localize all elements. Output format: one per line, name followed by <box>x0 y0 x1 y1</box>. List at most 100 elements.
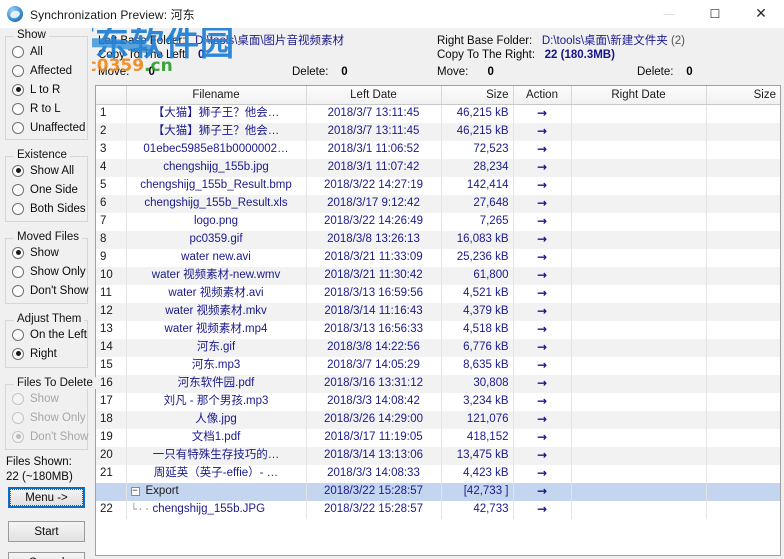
row-right-date <box>571 302 707 321</box>
table-row[interactable]: 7 logo.png 2018/3/22 14:26:49 7,265 → <box>96 212 780 231</box>
tree-collapse-icon[interactable]: − <box>130 487 140 496</box>
radio-moved-show[interactable]: Show <box>6 243 87 262</box>
row-action-cell[interactable]: → <box>513 158 572 177</box>
row-action-cell[interactable]: → <box>513 482 572 501</box>
row-action-cell[interactable]: → <box>513 446 572 465</box>
table-row[interactable]: 10 water 视频素材-new.wmv 2018/3/21 11:30:42 61… <box>96 266 780 285</box>
table-row[interactable]: 21 周延英（英子-effie）- … 2018/3/3 14:08:33 4,423… <box>96 464 780 483</box>
row-action-cell[interactable]: → <box>513 374 572 393</box>
table-row[interactable]: 8 pc0359.gif 2018/3/8 13:26:13 16,083 kB → <box>96 230 780 249</box>
radio-existence-one-side[interactable]: One Side <box>6 180 87 199</box>
row-filename-cell: 河东.mp3 <box>126 356 307 375</box>
menu-button[interactable]: Menu -> <box>8 487 85 508</box>
radio-moved-dont-show[interactable]: Don't Show <box>6 281 88 300</box>
table-row[interactable]: 22 └·· chengshijg_155b.JPG 2018/3/22 15:28:… <box>96 500 780 519</box>
column-header-left-size[interactable]: Size <box>441 86 514 105</box>
table-row[interactable]: 13 water 视频素材.mp4 2018/3/13 16:56:33 4,518 … <box>96 320 780 339</box>
row-filename: chengshijg_155b.JPG <box>152 503 266 515</box>
minimize-button[interactable]: — <box>646 0 692 28</box>
column-header-right-size[interactable]: Size <box>706 86 780 105</box>
table-row[interactable]: 11 water 视频素材.avi 2018/3/13 16:59:56 4,521 … <box>96 284 780 303</box>
arrow-right-icon: → <box>536 375 548 390</box>
file-list-table-container[interactable]: Filename Left Date Size Action Right Dat… <box>95 85 781 556</box>
maximize-button[interactable]: ☐ <box>692 0 738 28</box>
table-row[interactable]: 3 01ebec5985e81b0000002… 2018/3/1 11:06:52… <box>96 140 780 159</box>
row-left-size: 25,236 kB <box>441 248 514 267</box>
table-row[interactable]: 20 一只有特殊生存技巧的… 2018/3/14 13:13:06 13,475 kB… <box>96 446 780 465</box>
row-action-cell[interactable]: → <box>513 212 572 231</box>
row-action-cell[interactable]: → <box>513 410 572 429</box>
row-action-cell[interactable]: → <box>513 266 572 285</box>
radio-indicator <box>12 246 24 259</box>
column-header-filename[interactable]: Filename <box>126 86 307 105</box>
close-button[interactable]: ✕ <box>738 0 784 28</box>
arrow-right-icon: → <box>536 213 548 228</box>
radio-moved-show-only[interactable]: Show Only <box>6 262 87 281</box>
row-action-cell[interactable]: → <box>513 464 572 483</box>
radio-existence-both-sides[interactable]: Both Sides <box>6 199 87 218</box>
row-action-cell[interactable]: → <box>513 176 572 195</box>
radio-show-all[interactable]: All <box>6 42 87 61</box>
group-existence: Existence Show All One Side Both Sides <box>5 149 88 222</box>
row-index: 20 <box>96 446 127 465</box>
row-action-cell[interactable]: → <box>513 248 572 267</box>
table-row[interactable]: 18 人像.jpg 2018/3/26 14:29:00 121,076 → <box>96 410 780 429</box>
options-sidebar: Show All Affected L to R R to L Unaffect… <box>0 28 96 559</box>
table-row[interactable]: 16 河东软件园.pdf 2018/3/16 13:31:12 30,808 → <box>96 374 780 393</box>
radio-adjust-on-the-left[interactable]: On the Left <box>6 325 87 344</box>
row-action-cell[interactable]: → <box>513 104 572 123</box>
radio-label: Show Only <box>30 411 86 424</box>
row-filename-cell: water 视频素材.avi <box>126 284 307 303</box>
radio-indicator <box>12 411 24 424</box>
row-action-cell[interactable]: → <box>513 140 572 159</box>
column-header-right-date[interactable]: Right Date <box>571 86 707 105</box>
table-row[interactable]: 6 chengshijg_155b_Result.xls 2018/3/17 9:1… <box>96 194 780 213</box>
column-header-index[interactable] <box>96 86 127 105</box>
table-row[interactable]: 2 【大猫】狮子王？他会… 2018/3/7 13:11:45 46,215 kB → <box>96 122 780 141</box>
table-row[interactable]: 4 chengshijg_155b.jpg 2018/3/1 11:07:42 28,… <box>96 158 780 177</box>
table-row[interactable]: 19 文档1.pdf 2018/3/17 11:19:05 418,152 → <box>96 428 780 447</box>
cancel-button[interactable]: Cancel <box>8 552 85 559</box>
row-action-cell[interactable]: → <box>513 320 572 339</box>
row-filename: 01ebec5985e81b0000002… <box>143 143 289 155</box>
table-row[interactable]: 9 water new.avi 2018/3/21 11:33:09 25,236 k… <box>96 248 780 267</box>
table-row[interactable]: − Export 2018/3/22 15:28:57 [42,733 ] → <box>96 482 780 501</box>
table-row[interactable]: 15 河东.mp3 2018/3/7 14:05:29 8,635 kB → <box>96 356 780 375</box>
row-action-cell[interactable]: → <box>513 392 572 411</box>
arrow-right-icon: → <box>536 159 548 174</box>
row-action-cell[interactable]: → <box>513 356 572 375</box>
row-filename: 一只有特殊生存技巧的… <box>152 449 280 461</box>
table-row[interactable]: 1 【大猫】狮子王？他会… 2018/3/7 13:11:45 46,215 kB → <box>96 104 780 123</box>
table-row[interactable]: 14 河东.gif 2018/3/8 14:22:56 6,776 kB → <box>96 338 780 357</box>
row-action-cell[interactable]: → <box>513 302 572 321</box>
radio-indicator <box>12 83 24 96</box>
row-action-cell[interactable]: → <box>513 284 572 303</box>
arrow-right-icon: → <box>536 447 548 462</box>
radio-show-unaffected[interactable]: Unaffected <box>6 118 87 137</box>
row-filename-cell: 01ebec5985e81b0000002… <box>126 140 307 159</box>
row-filename-cell: 河东.gif <box>126 338 307 357</box>
filename-inner: 周延英（英子-effie）- … <box>131 465 302 482</box>
radio-show-l-to-r[interactable]: L to R <box>6 80 87 99</box>
start-button[interactable]: Start <box>8 521 85 542</box>
radio-show-affected[interactable]: Affected <box>6 61 87 80</box>
table-row[interactable]: 17 刘凡 - 那个男孩.mp3 2018/3/3 14:08:42 3,234 kB… <box>96 392 780 411</box>
filename-inner: water 视频素材.mp4 <box>131 321 302 338</box>
row-action-cell[interactable]: → <box>513 338 572 357</box>
row-action-cell[interactable]: → <box>513 230 572 249</box>
radio-adjust-right[interactable]: Right <box>6 344 87 363</box>
row-action-cell[interactable]: → <box>513 428 572 447</box>
row-filename: water 视频素材.mp4 <box>164 323 268 335</box>
radio-show-r-to-l[interactable]: R to L <box>6 99 87 118</box>
radio-indicator <box>12 265 24 278</box>
column-header-action[interactable]: Action <box>513 86 572 105</box>
column-header-left-date[interactable]: Left Date <box>306 86 442 105</box>
radio-existence-show-all[interactable]: Show All <box>6 161 87 180</box>
row-action-cell[interactable]: → <box>513 500 572 519</box>
row-action-cell[interactable]: → <box>513 122 572 141</box>
table-row[interactable]: 5 chengshijg_155b_Result.bmp 2018/3/22 14:… <box>96 176 780 195</box>
table-row[interactable]: 12 water 视频素材.mkv 2018/3/14 11:16:43 4,379 … <box>96 302 780 321</box>
row-index: 9 <box>96 248 127 267</box>
row-left-size: 46,215 kB <box>441 104 514 123</box>
row-action-cell[interactable]: → <box>513 194 572 213</box>
